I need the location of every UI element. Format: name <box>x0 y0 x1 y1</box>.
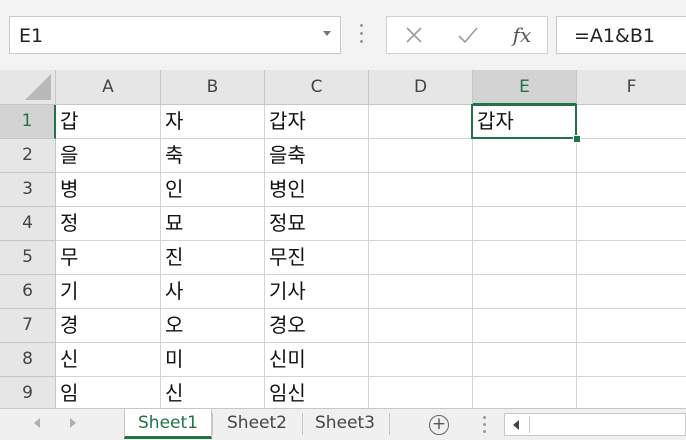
cell-e5[interactable] <box>473 241 577 275</box>
column-header-e[interactable]: E <box>473 70 577 105</box>
cell-f7[interactable] <box>577 309 686 343</box>
cell-e9[interactable] <box>473 377 577 408</box>
cell-c3[interactable]: 병인 <box>265 173 369 207</box>
resize-grip-icon[interactable] <box>360 24 364 46</box>
cell-a2[interactable]: 을 <box>56 139 161 173</box>
cell-f4[interactable] <box>577 207 686 241</box>
cell-e2[interactable] <box>473 139 577 173</box>
row-header-7[interactable]: 7 <box>0 309 56 343</box>
row-header-4[interactable]: 4 <box>0 207 56 241</box>
column-header-b[interactable]: B <box>161 70 265 105</box>
cell-a4[interactable]: 정 <box>56 207 161 241</box>
cell-b3[interactable]: 인 <box>161 173 265 207</box>
cell-e6[interactable] <box>473 275 577 309</box>
cell-e4[interactable] <box>473 207 577 241</box>
cell-d5[interactable] <box>369 241 473 275</box>
cell-d4[interactable] <box>369 207 473 241</box>
cell-b4[interactable]: 묘 <box>161 207 265 241</box>
cell-e7[interactable] <box>473 309 577 343</box>
cell-b1[interactable]: 자 <box>161 105 265 139</box>
scroll-tabs-left-icon[interactable] <box>34 418 40 428</box>
cell-b8[interactable]: 미 <box>161 343 265 377</box>
fx-icon: fx <box>512 23 532 47</box>
row-header-1[interactable]: 1 <box>0 105 56 139</box>
cell-a3[interactable]: 병 <box>56 173 161 207</box>
cell-a8[interactable]: 신 <box>56 343 161 377</box>
column-header-c[interactable]: C <box>265 70 369 105</box>
row-header-3[interactable]: 3 <box>0 173 56 207</box>
scrollbar-thumb[interactable] <box>529 416 686 433</box>
cell-a5[interactable]: 무 <box>56 241 161 275</box>
cell-a1[interactable]: 갑 <box>56 105 161 139</box>
formula-input[interactable]: =A1&B1 <box>556 16 686 54</box>
plus-icon: + <box>431 414 447 434</box>
cell-f6[interactable] <box>577 275 686 309</box>
formula-bar: E1 fx =A1&B1 <box>0 0 686 70</box>
sheet-tab-sheet1[interactable]: Sheet1 <box>124 409 212 439</box>
cell-c7[interactable]: 경오 <box>265 309 369 343</box>
cell-f9[interactable] <box>577 377 686 408</box>
formula-buttons: fx <box>386 16 548 54</box>
select-all-button[interactable] <box>0 70 56 105</box>
tab-divider <box>302 413 303 435</box>
cell-d2[interactable] <box>369 139 473 173</box>
name-box[interactable]: E1 <box>9 16 341 54</box>
cell-b6[interactable]: 사 <box>161 275 265 309</box>
row-header-9[interactable]: 9 <box>0 377 56 408</box>
column-header-a[interactable]: A <box>56 70 161 105</box>
cell-f5[interactable] <box>577 241 686 275</box>
row-header-2[interactable]: 2 <box>0 139 56 173</box>
cell-e3[interactable] <box>473 173 577 207</box>
cell-a6[interactable]: 기 <box>56 275 161 309</box>
column-header-f[interactable]: F <box>577 70 686 105</box>
cell-d9[interactable] <box>369 377 473 408</box>
add-sheet-button[interactable]: + <box>429 415 449 435</box>
cell-c9[interactable]: 임신 <box>265 377 369 408</box>
check-icon[interactable] <box>441 17 495 53</box>
name-box-value: E1 <box>19 25 44 47</box>
row-header-6[interactable]: 6 <box>0 275 56 309</box>
cell-e8[interactable] <box>473 343 577 377</box>
cell-e1[interactable]: 갑자 <box>473 105 577 139</box>
resize-grip-icon[interactable] <box>483 416 486 437</box>
cell-a7[interactable]: 경 <box>56 309 161 343</box>
cell-f3[interactable] <box>577 173 686 207</box>
chevron-down-icon[interactable] <box>323 31 331 36</box>
cell-b7[interactable]: 오 <box>161 309 265 343</box>
cell-c8[interactable]: 신미 <box>265 343 369 377</box>
horizontal-scrollbar[interactable] <box>504 413 686 436</box>
cell-d8[interactable] <box>369 343 473 377</box>
cell-b2[interactable]: 축 <box>161 139 265 173</box>
cell-f8[interactable] <box>577 343 686 377</box>
cell-f2[interactable] <box>577 139 686 173</box>
cell-c1[interactable]: 갑자 <box>265 105 369 139</box>
cell-f1[interactable] <box>577 105 686 139</box>
close-icon[interactable] <box>387 17 441 53</box>
spreadsheet-grid: ABCDEF 1 갑 자 갑자 갑자 2 을 축 을축 3 병 인 병인 4 정 묘 정묘 5 무 진 무진 6 기 사 기사 7… <box>0 70 686 408</box>
cell-c5[interactable]: 무진 <box>265 241 369 275</box>
cell-d1[interactable] <box>369 105 473 139</box>
cell-c4[interactable]: 정묘 <box>265 207 369 241</box>
cell-d6[interactable] <box>369 275 473 309</box>
tab-divider <box>389 413 390 435</box>
row-header-8[interactable]: 8 <box>0 343 56 377</box>
sheet-tab-sheet2[interactable]: Sheet2 <box>212 409 302 439</box>
formula-value: =A1&B1 <box>574 25 655 47</box>
cell-d3[interactable] <box>369 173 473 207</box>
cell-b5[interactable]: 진 <box>161 241 265 275</box>
cell-c6[interactable]: 기사 <box>265 275 369 309</box>
insert-function-button[interactable]: fx <box>495 17 549 53</box>
cell-b9[interactable]: 신 <box>161 377 265 408</box>
sheet-tab-bar: Sheet1 Sheet2 Sheet3 + <box>0 408 686 440</box>
tab-divider <box>212 413 213 435</box>
sheet-tab-sheet3[interactable]: Sheet3 <box>302 409 388 439</box>
cell-c2[interactable]: 을축 <box>265 139 369 173</box>
fill-handle[interactable] <box>573 135 581 143</box>
row-header-5[interactable]: 5 <box>0 241 56 275</box>
cell-a9[interactable]: 임 <box>56 377 161 408</box>
scroll-left-icon[interactable] <box>513 420 519 430</box>
column-header-d[interactable]: D <box>369 70 473 105</box>
cell-d7[interactable] <box>369 309 473 343</box>
scroll-tabs-right-icon[interactable] <box>70 418 76 428</box>
